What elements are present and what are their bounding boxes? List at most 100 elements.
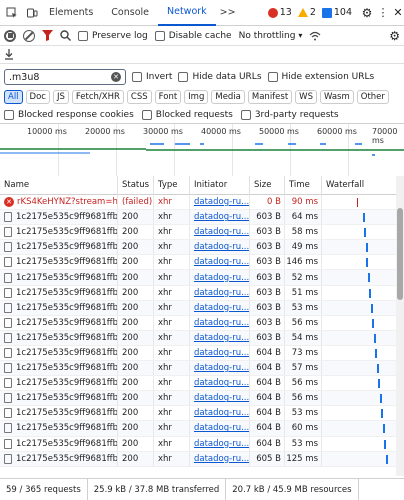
record-stop-icon[interactable] [4, 29, 16, 42]
initiator-link[interactable]: datadog-ru... [194, 242, 249, 252]
initiator-cell[interactable]: datadog-ru... [190, 376, 250, 391]
column-header-status[interactable]: Status [118, 175, 154, 195]
initiator-link[interactable]: datadog-ru... [194, 408, 249, 418]
initiator-link[interactable]: datadog-ru... [194, 454, 249, 464]
initiator-cell[interactable]: datadog-ru... [190, 300, 250, 315]
request-name-cell[interactable]: 1c2175e535c9ff9681ffb... [0, 300, 118, 315]
initiator-link[interactable]: datadog-ru... [194, 288, 249, 298]
column-header-size[interactable]: Size [250, 175, 285, 195]
preserve-log-checkbox[interactable]: Preserve log [78, 30, 148, 41]
overview-timeline[interactable]: 10000 ms 20000 ms 30000 ms 40000 ms 5000… [0, 124, 404, 182]
chip-font[interactable]: Font [154, 90, 182, 104]
hide-extension-urls-checkbox[interactable]: Hide extension URLs [267, 72, 374, 82]
table-row[interactable]: 1c2175e535c9ff9681ffb... 200 xhr datadog-ru… [0, 421, 396, 437]
initiator-cell[interactable]: datadog-ru... [190, 240, 250, 255]
initiator-cell[interactable]: datadog-ru... [190, 225, 250, 240]
tab-elements[interactable]: Elements [40, 0, 102, 26]
chip-js[interactable]: JS [52, 90, 69, 104]
chip-ws[interactable]: WS [295, 90, 317, 104]
initiator-link[interactable]: datadog-ru... [194, 363, 249, 373]
initiator-link[interactable]: datadog-ru... [194, 348, 249, 358]
request-name-cell[interactable]: 1c2175e535c9ff9681ffb... [0, 210, 118, 225]
chip-fetch-xhr[interactable]: Fetch/XHR [71, 90, 124, 104]
request-name-cell[interactable]: 1c2175e535c9ff9681ffb... [0, 421, 118, 436]
initiator-link[interactable]: datadog-ru... [194, 318, 249, 328]
device-toolbar-icon[interactable] [24, 5, 40, 21]
request-name-cell[interactable]: 1c2175e535c9ff9681ffb... [0, 376, 118, 391]
initiator-cell[interactable]: datadog-ru... [190, 361, 250, 376]
throttling-select[interactable]: No throttling ▾ [239, 31, 303, 41]
table-row[interactable]: 1c2175e535c9ff9681ffb... 200 xhr datadog-ru… [0, 391, 396, 407]
table-row[interactable]: 1c2175e535c9ff9681ffb... 200 xhr datadog-ru… [0, 315, 396, 331]
chip-media[interactable]: Media [211, 90, 245, 104]
request-name-cell[interactable]: 1c2175e535c9ff9681ffb... [0, 330, 118, 345]
initiator-link[interactable]: datadog-ru... [194, 197, 249, 207]
initiator-cell[interactable]: datadog-ru... [190, 195, 250, 210]
request-name-cell[interactable]: 1c2175e535c9ff9681ffb... [0, 391, 118, 406]
errors-badge[interactable]: 13 [267, 7, 292, 18]
table-row[interactable]: 1c2175e535c9ff9681ffb... 200 xhr datadog-ru… [0, 330, 396, 346]
initiator-cell[interactable]: datadog-ru... [190, 270, 250, 285]
column-header-initiator[interactable]: Initiator [190, 175, 250, 195]
initiator-link[interactable]: datadog-ru... [194, 439, 249, 449]
settings-gear-icon[interactable]: ⚙ [360, 6, 374, 20]
table-scrollbar-thumb[interactable] [397, 208, 403, 300]
kebab-menu-icon[interactable]: ⋮ [378, 6, 389, 19]
initiator-link[interactable]: datadog-ru... [194, 227, 249, 237]
search-icon[interactable] [60, 30, 71, 41]
more-tabs-button[interactable]: >> [216, 0, 240, 26]
table-row[interactable]: 1c2175e535c9ff9681ffb... 200 xhr datadog-ru… [0, 376, 396, 392]
column-header-type[interactable]: Type [154, 175, 190, 195]
blocked-cookies-checkbox[interactable]: Blocked response cookies [4, 109, 134, 120]
initiator-link[interactable]: datadog-ru... [194, 423, 249, 433]
initiator-cell[interactable]: datadog-ru... [190, 406, 250, 421]
column-header-waterfall[interactable]: Waterfall [322, 176, 396, 195]
initiator-link[interactable]: datadog-ru... [194, 303, 249, 313]
request-name-cell[interactable]: ✕ rKS4KeHYNZ?stream=h... [0, 195, 118, 210]
initiator-cell[interactable]: datadog-ru... [190, 285, 250, 300]
request-name-cell[interactable]: 1c2175e535c9ff9681ffb... [0, 406, 118, 421]
inspect-icon[interactable] [4, 5, 20, 21]
close-icon[interactable]: ✕ [392, 6, 404, 19]
warnings-badge[interactable]: 2 [297, 7, 316, 18]
initiator-cell[interactable]: datadog-ru... [190, 436, 250, 451]
info-badge[interactable]: 104 [321, 7, 352, 18]
initiator-cell[interactable]: datadog-ru... [190, 330, 250, 345]
request-name-cell[interactable]: 1c2175e535c9ff9681ffb... [0, 451, 118, 466]
network-settings-gear-icon[interactable]: ⚙ [389, 29, 400, 43]
hide-data-urls-checkbox[interactable]: Hide data URLs [178, 72, 262, 82]
chip-other[interactable]: Other [356, 90, 389, 104]
disable-cache-checkbox[interactable]: Disable cache [154, 30, 232, 41]
table-row[interactable]: 1c2175e535c9ff9681ffb... 200 xhr datadog-ru… [0, 255, 396, 271]
initiator-cell[interactable]: datadog-ru... [190, 391, 250, 406]
chip-all[interactable]: All [4, 90, 23, 104]
request-name-cell[interactable]: 1c2175e535c9ff9681ffb... [0, 270, 118, 285]
table-row[interactable]: 1c2175e535c9ff9681ffb... 200 xhr datadog-ru… [0, 361, 396, 377]
initiator-link[interactable]: datadog-ru... [194, 257, 249, 267]
clear-filter-icon[interactable]: ✕ [111, 72, 121, 82]
clear-icon[interactable] [23, 29, 35, 42]
third-party-checkbox[interactable]: 3rd-party requests [240, 109, 339, 120]
table-row[interactable]: 1c2175e535c9ff9681ffb... 200 xhr datadog-ru… [0, 285, 396, 301]
initiator-cell[interactable]: datadog-ru... [190, 421, 250, 436]
request-name-cell[interactable]: 1c2175e535c9ff9681ffb... [0, 361, 118, 376]
initiator-cell[interactable]: datadog-ru... [190, 255, 250, 270]
tab-console[interactable]: Console [102, 0, 158, 26]
invert-checkbox[interactable]: Invert [132, 72, 172, 82]
tab-network[interactable]: Network [158, 0, 216, 26]
wifi-icon[interactable] [309, 31, 321, 41]
initiator-link[interactable]: datadog-ru... [194, 393, 249, 403]
request-name-cell[interactable]: 1c2175e535c9ff9681ffb... [0, 285, 118, 300]
request-name-cell[interactable]: 1c2175e535c9ff9681ffb... [0, 255, 118, 270]
table-row[interactable]: 1c2175e535c9ff9681ffb... 200 xhr datadog-ru… [0, 451, 396, 467]
initiator-cell[interactable]: datadog-ru... [190, 210, 250, 225]
table-row[interactable]: 1c2175e535c9ff9681ffb... 200 xhr datadog-ru… [0, 225, 396, 241]
initiator-link[interactable]: datadog-ru... [194, 378, 249, 388]
chip-doc[interactable]: Doc [25, 90, 50, 104]
request-name-cell[interactable]: 1c2175e535c9ff9681ffb... [0, 345, 118, 361]
table-row[interactable]: 1c2175e535c9ff9681ffb... 200 xhr datadog-ru… [0, 345, 396, 362]
request-name-cell[interactable]: 1c2175e535c9ff9681ffb... [0, 436, 118, 451]
chip-css[interactable]: CSS [126, 90, 152, 104]
initiator-link[interactable]: datadog-ru... [194, 333, 249, 343]
chip-img[interactable]: Img [184, 90, 209, 104]
